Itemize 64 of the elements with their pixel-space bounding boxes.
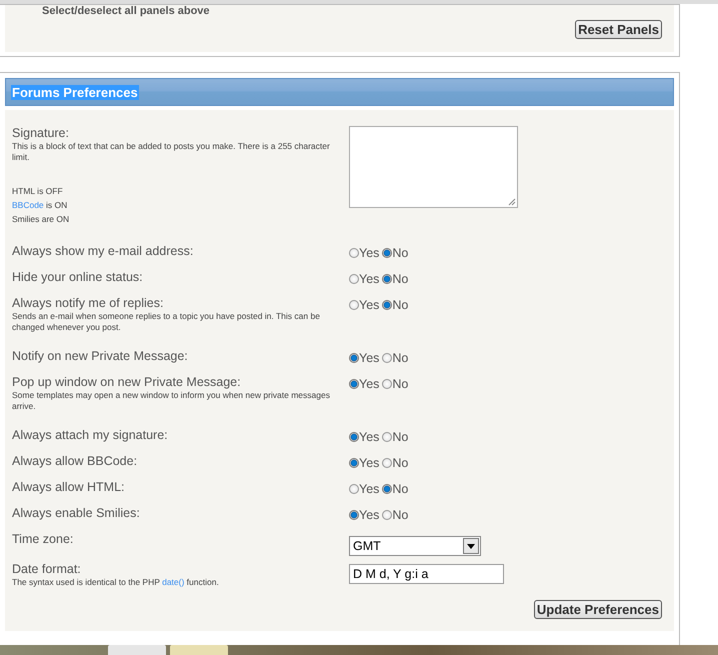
radio-button[interactable] <box>382 458 392 468</box>
field-label: Always enable Smilies: <box>12 506 141 521</box>
radio-label: Yes <box>359 508 380 522</box>
radio-label: No <box>392 272 408 286</box>
field-label: Always notify me of replies: <box>12 296 164 311</box>
radio-button[interactable] <box>349 248 359 258</box>
date-format-input[interactable]: D M d, Y g:i a <box>349 564 504 584</box>
field-label: Notify on new Private Message: <box>12 349 189 364</box>
radio-label: Yes <box>359 482 380 496</box>
radio-label: Yes <box>359 430 380 444</box>
radio-label: No <box>392 482 408 496</box>
field-label: Date format: <box>12 562 82 577</box>
radio-button[interactable] <box>382 274 392 284</box>
radio-label: No <box>392 246 408 260</box>
radio-label: Yes <box>359 298 380 312</box>
radio-label: No <box>392 508 408 522</box>
radio-button[interactable] <box>382 353 392 363</box>
radio-button[interactable] <box>349 300 359 310</box>
radio-button[interactable] <box>349 274 359 284</box>
field-description: The syntax used is identical to the PHP date() function. <box>12 577 220 588</box>
field-label: Always show my e-mail address: <box>12 244 194 259</box>
field-label: Time zone: <box>12 532 74 547</box>
radio-button[interactable] <box>349 353 359 363</box>
section-title: Forums Preferences <box>11 84 139 100</box>
timezone-dropdown[interactable]: GMT <box>349 536 481 556</box>
status-note: HTML is OFF <box>12 185 64 198</box>
field-label: Always allow BBCode: <box>12 454 138 469</box>
radio-button[interactable] <box>382 248 392 258</box>
radio-button[interactable] <box>382 300 392 310</box>
radio-button[interactable] <box>382 379 392 389</box>
radio-label: No <box>392 456 408 470</box>
field-label: Pop up window on new Private Message: <box>12 375 242 390</box>
radio-label: Yes <box>359 272 380 286</box>
radio-label: No <box>392 298 408 312</box>
field-label: Hide your online status: <box>12 270 144 285</box>
field-label: Signature: <box>12 126 70 141</box>
field-label: Always attach my signature: <box>12 428 169 443</box>
radio-button[interactable] <box>382 432 392 442</box>
field-description: Some templates may open a new window to inform you when new private messages arrive. <box>12 390 330 412</box>
reset-panels-button[interactable]: Reset Panels <box>575 20 662 39</box>
status-note: Smilies are ON <box>12 213 70 226</box>
radio-label: Yes <box>359 456 380 470</box>
radio-button[interactable] <box>349 379 359 389</box>
signature-textarea[interactable] <box>349 126 518 208</box>
radio-button[interactable] <box>349 484 359 494</box>
radio-button[interactable] <box>382 484 392 494</box>
field-description: This is a block of text that can be added to posts you make. There is a 255 character limit. <box>12 141 330 163</box>
dropdown-arrow-icon <box>467 544 475 548</box>
radio-label: No <box>392 377 408 391</box>
field-description: Sends an e-mail when someone replies to a topic you have posted in. This can be changed whenever you post. <box>12 311 321 333</box>
resize-grip-icon <box>508 198 516 206</box>
status-note: BBCode is ON <box>12 199 68 212</box>
field-label: Always allow HTML: <box>12 480 126 495</box>
radio-button[interactable] <box>349 432 359 442</box>
radio-label: Yes <box>359 246 380 260</box>
radio-label: Yes <box>359 351 380 365</box>
radio-button[interactable] <box>349 458 359 468</box>
radio-button[interactable] <box>349 510 359 520</box>
radio-label: No <box>392 351 408 365</box>
radio-button[interactable] <box>382 510 392 520</box>
radio-label: No <box>392 430 408 444</box>
radio-label: Yes <box>359 377 380 391</box>
update-preferences-button[interactable]: Update Preferences <box>534 600 662 619</box>
panel-caption: Select/deselect all panels above <box>42 5 211 17</box>
